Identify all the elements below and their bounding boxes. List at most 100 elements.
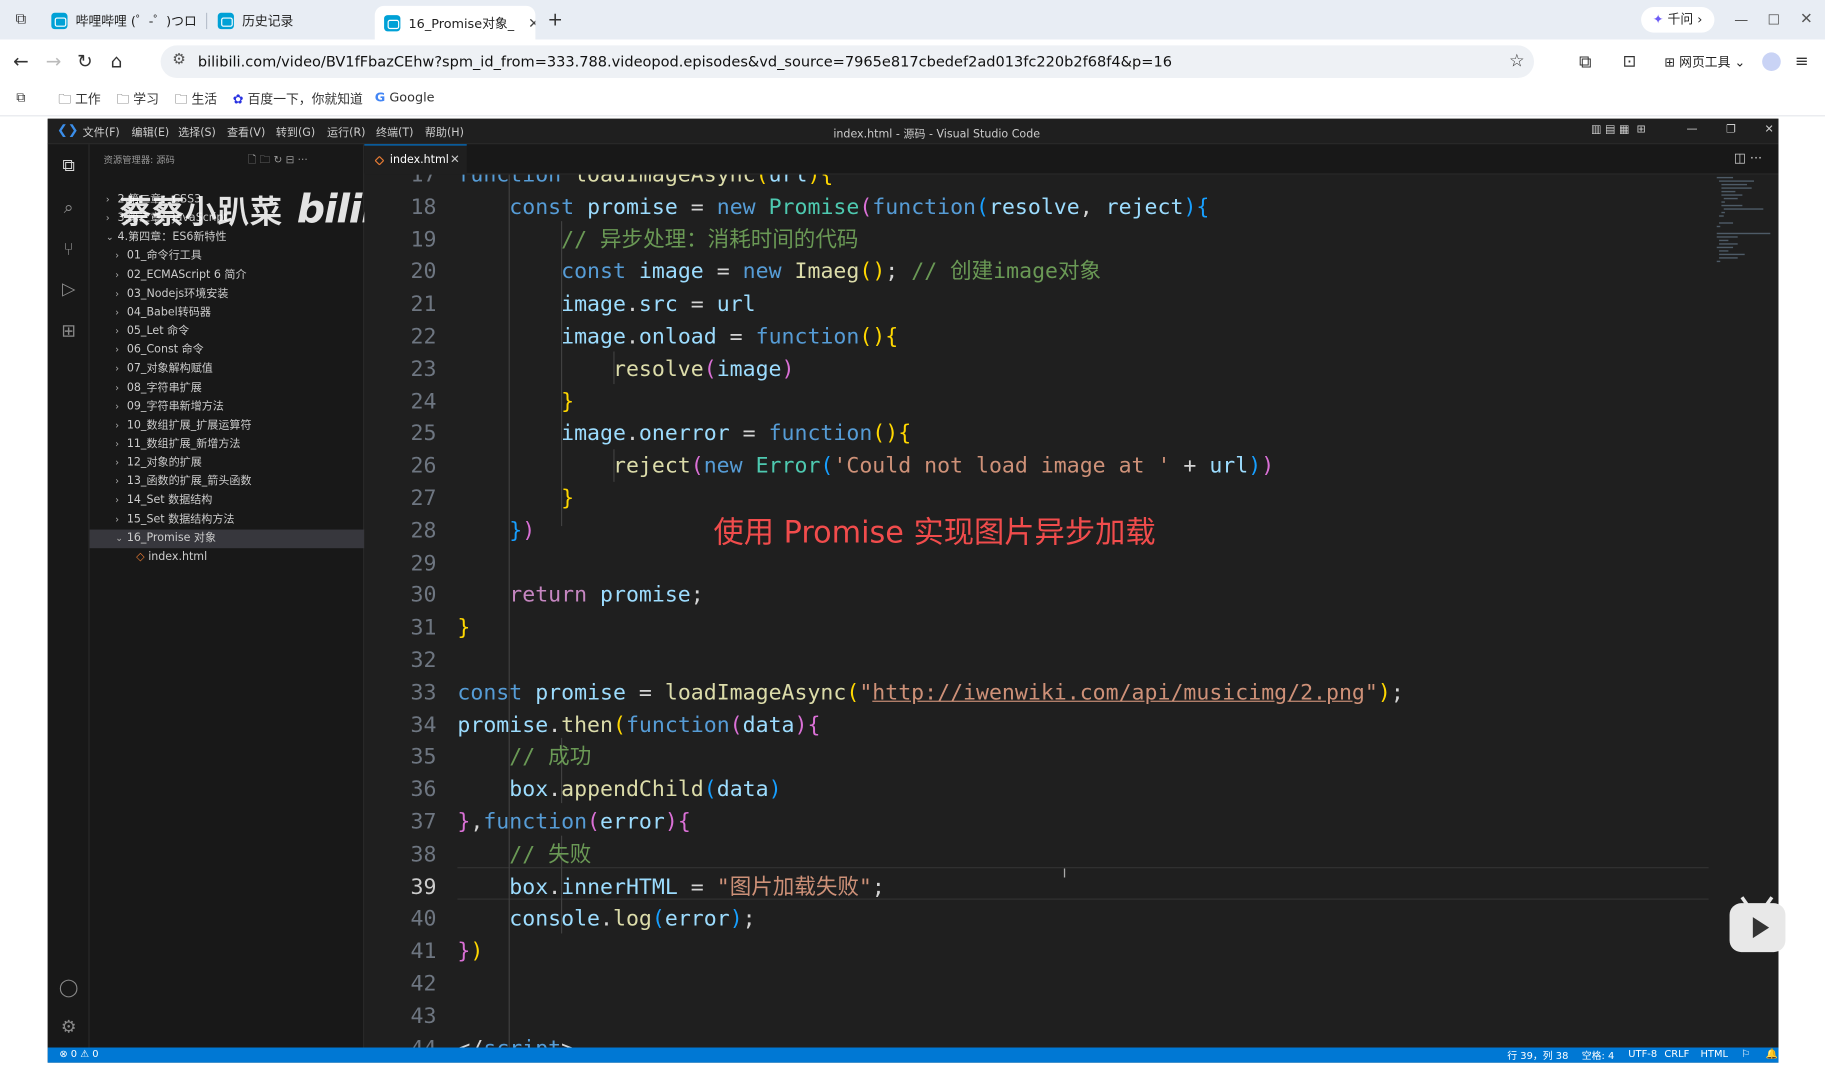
- code-line[interactable]: image.src = url: [457, 289, 755, 322]
- maximize-icon[interactable]: ☐: [1762, 8, 1785, 31]
- explorer-action-icons[interactable]: 🗋 🗀 ↻ ⊟ ···: [248, 151, 308, 170]
- code-line[interactable]: box.innerHTML = "图片加载失败";: [457, 871, 885, 904]
- layout-icons[interactable]: ▥ ▤ ▦ ⊞: [1591, 123, 1646, 136]
- tree-item[interactable]: › 02_ECMAScript 6 简介: [90, 266, 365, 285]
- new-tab-icon[interactable]: +: [544, 8, 567, 31]
- tab-search-icon[interactable]: ⧉: [9, 8, 32, 31]
- notifications-icon[interactable]: 🔔: [1766, 1049, 1778, 1061]
- split-editor-icon[interactable]: ◫ ···: [1734, 150, 1762, 165]
- menu-help[interactable]: 帮助(H): [425, 123, 464, 140]
- indentation[interactable]: 空格: 4: [1582, 1049, 1615, 1063]
- tree-item[interactable]: › 15_Set 数据结构方法: [90, 510, 365, 529]
- extensions-icon[interactable]: ⊞: [57, 319, 80, 342]
- code-line[interactable]: }: [457, 386, 574, 419]
- tree-item[interactable]: ⌄ 16_Promise 对象: [89, 529, 365, 548]
- code-lines[interactable]: function loadImageAsync(url){ const prom…: [457, 175, 1737, 1048]
- menu-icon[interactable]: ≡: [1790, 50, 1813, 73]
- bookmark-google[interactable]: G Google: [375, 90, 435, 105]
- code-line[interactable]: // 异步处理：消耗时间的代码: [457, 224, 858, 257]
- url-omnibox[interactable]: ⚙ bilibili.com/video/BV1fFbazCEhw?spm_id…: [160, 45, 1535, 78]
- copilot-icon[interactable]: ⚐: [1741, 1049, 1750, 1061]
- code-line[interactable]: const promise = new Promise(function(res…: [457, 192, 1209, 225]
- qianwen-button[interactable]: ✦ 千问 ›: [1641, 6, 1714, 33]
- explorer-icon[interactable]: ⧉: [57, 154, 80, 177]
- web-tools-button[interactable]: ⊞ 网页工具 ⌄: [1664, 52, 1745, 71]
- reload-icon[interactable]: ↻: [73, 50, 96, 73]
- encoding[interactable]: UTF-8: [1628, 1049, 1657, 1061]
- tree-item[interactable]: › 14_Set 数据结构: [90, 492, 365, 511]
- close-window-icon[interactable]: ✕: [1795, 8, 1818, 31]
- bookmark-work[interactable]: 🗀 工作: [58, 90, 100, 112]
- browser-tab-active[interactable]: 16_Promise对象_ ✕: [374, 5, 536, 40]
- code-line[interactable]: image.onerror = function(){: [457, 418, 911, 451]
- language-mode[interactable]: HTML: [1700, 1049, 1728, 1061]
- code-line[interactable]: </script>: [457, 1033, 574, 1048]
- code-line[interactable]: },function(error){: [457, 807, 690, 840]
- menu-file[interactable]: 文件(F): [83, 123, 120, 140]
- back-icon[interactable]: ←: [9, 50, 32, 73]
- browser-tab-history[interactable]: 历史记录: [217, 6, 365, 36]
- menu-view[interactable]: 查看(V): [227, 123, 265, 140]
- vscode-close-icon[interactable]: ✕: [1764, 123, 1773, 136]
- settings-gear-icon[interactable]: ⚙: [57, 1015, 80, 1038]
- tree-item[interactable]: › 01_命令行工具: [90, 247, 365, 266]
- bookmark-life[interactable]: 🗀 生活: [175, 90, 217, 112]
- run-debug-icon[interactable]: ▷: [57, 277, 80, 300]
- menu-go[interactable]: 转到(G): [276, 123, 315, 140]
- vscode-restore-icon[interactable]: ❐: [1726, 123, 1736, 136]
- line-ending[interactable]: CRLF: [1664, 1049, 1689, 1061]
- tree-item[interactable]: › 05_Let 命令: [90, 322, 365, 341]
- code-line[interactable]: function loadImageAsync(url){: [457, 175, 833, 192]
- code-line[interactable]: image.onload = function(){: [457, 321, 898, 354]
- problems-indicator[interactable]: ⊗ 0 ⚠ 0: [59, 1049, 98, 1061]
- code-line[interactable]: }: [457, 612, 470, 645]
- code-line[interactable]: resolve(image): [457, 354, 795, 387]
- bilibili-player-icon[interactable]: [1729, 896, 1786, 953]
- code-line[interactable]: promise.then(function(data){: [457, 710, 820, 743]
- code-line[interactable]: // 成功: [457, 742, 591, 775]
- home-icon[interactable]: ⌂: [105, 50, 128, 73]
- code-editor[interactable]: 17 18 19 20 21 22 23 24 25 26 27 28 29 30 31 32 33 34 35 36…: [364, 174, 1779, 1048]
- screenshot-icon[interactable]: ⊡: [1618, 50, 1641, 73]
- bookmark-star-icon[interactable]: ☆: [1509, 50, 1525, 71]
- editor-tab-index-html[interactable]: index.html ✕: [364, 144, 467, 175]
- account-icon[interactable]: ◯: [57, 975, 80, 998]
- code-line[interactable]: box.appendChild(data): [457, 774, 781, 807]
- tree-item[interactable]: ◇ index.html: [90, 548, 365, 567]
- tree-item[interactable]: › 10_数组扩展_扩展运算符: [90, 416, 365, 435]
- tree-item[interactable]: › 03_Nodejs环境安装: [90, 285, 365, 304]
- tab-close-icon[interactable]: ✕: [528, 15, 535, 31]
- tree-item[interactable]: › 13_函数的扩展_箭头函数: [90, 473, 365, 492]
- tree-item[interactable]: › 07_对象解构赋值: [90, 360, 365, 379]
- vscode-minimize-icon[interactable]: —: [1686, 123, 1697, 136]
- code-line[interactable]: const promise = loadImageAsync("http://i…: [457, 677, 1403, 710]
- tree-item[interactable]: › 09_字符串新增方法: [90, 398, 365, 417]
- code-line[interactable]: console.log(error);: [457, 904, 755, 937]
- minimize-icon[interactable]: —: [1730, 8, 1753, 31]
- tree-item[interactable]: › 08_字符串扩展: [90, 379, 365, 398]
- forward-icon[interactable]: →: [42, 50, 65, 73]
- menu-terminal[interactable]: 终端(T): [376, 123, 413, 140]
- site-info-icon[interactable]: ⚙: [172, 51, 186, 68]
- code-line[interactable]: }: [457, 483, 574, 516]
- bookmark-baidu[interactable]: ✿ 百度一下，你就知道: [233, 90, 363, 109]
- cursor-position[interactable]: 行 39，列 38: [1507, 1049, 1568, 1063]
- code-line[interactable]: }): [457, 515, 535, 548]
- tree-item[interactable]: › 04_Babel转码器: [90, 304, 365, 323]
- browser-tab-bilibili[interactable]: 哔哩哔哩 (゜-゜)つロ: [51, 6, 198, 36]
- code-line[interactable]: // 失败: [457, 839, 591, 872]
- avatar[interactable]: [1762, 52, 1781, 71]
- search-icon[interactable]: ⌕: [57, 196, 80, 219]
- source-control-icon[interactable]: ⑂: [57, 237, 80, 260]
- menu-run[interactable]: 运行(R): [327, 123, 365, 140]
- menu-edit[interactable]: 编辑(E): [132, 123, 170, 140]
- tree-item[interactable]: › 06_Const 命令: [90, 341, 365, 360]
- menu-selection[interactable]: 选择(S): [178, 123, 216, 140]
- bookmark-study[interactable]: 🗀 学习: [116, 90, 158, 112]
- tab-groups-icon[interactable]: ⧉: [16, 90, 25, 106]
- code-line[interactable]: return promise;: [457, 580, 703, 613]
- code-line[interactable]: reject(new Error('Could not load image a…: [457, 451, 1274, 484]
- code-line[interactable]: const image = new Imaeg(); // 创建image对象: [457, 257, 1101, 290]
- tree-item[interactable]: › 11_数组扩展_新增方法: [90, 435, 365, 454]
- code-line[interactable]: }): [457, 936, 483, 969]
